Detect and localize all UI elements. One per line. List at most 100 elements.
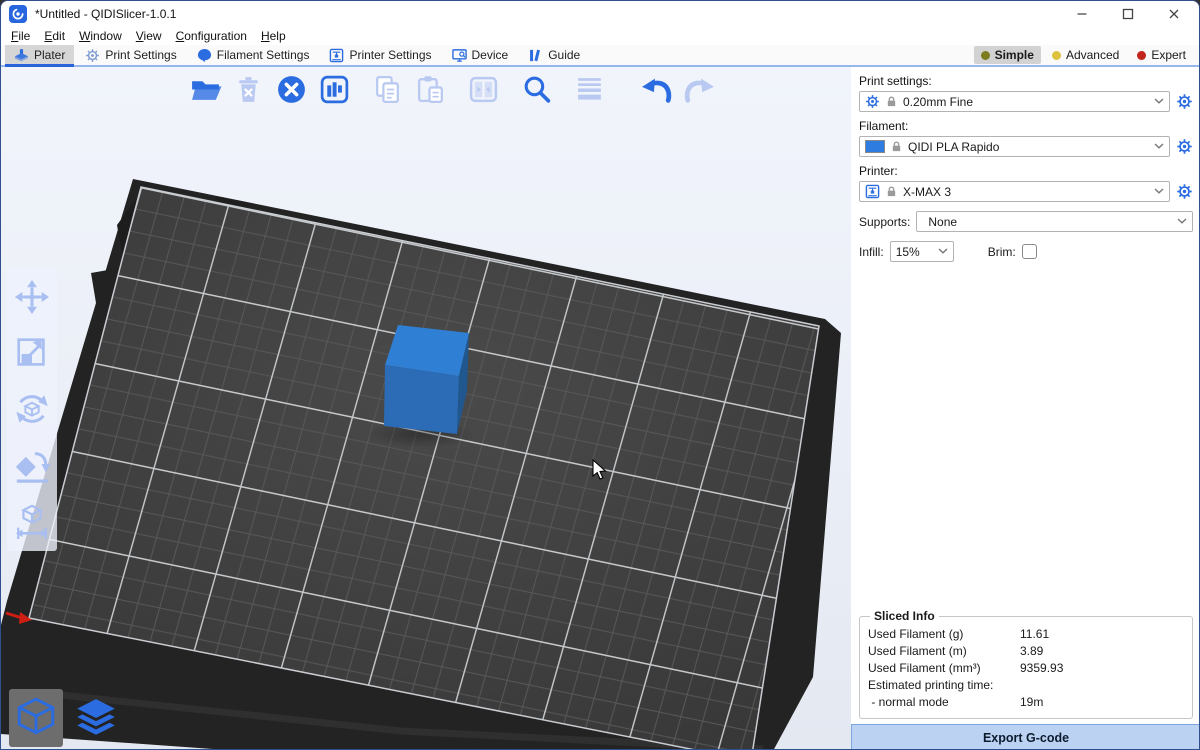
copy-button[interactable] [369,71,406,108]
export-gcode-button[interactable]: Export G-code [851,724,1200,750]
delete-all-button[interactable] [273,71,310,108]
arrange-button[interactable] [316,71,353,108]
split-objects-button[interactable] [465,71,502,108]
redo-button[interactable] [681,71,718,108]
window-controls [1059,1,1197,27]
editor-3d-view-button[interactable] [9,689,63,747]
print-settings-gear-button[interactable] [1176,93,1193,110]
viewport[interactable] [1,67,851,750]
supports-value: None [922,215,1172,229]
tab-label: Device [472,48,509,62]
brim-checkbox[interactable] [1022,244,1037,259]
menu-edit[interactable]: Edit [37,27,72,45]
filament-color-swatch [865,140,885,153]
tab-label: Plater [34,48,65,62]
filament-icon [197,48,212,63]
tab-guide[interactable]: Guide [519,45,589,65]
viewport-3d-scene[interactable] [1,67,851,750]
infill-combo[interactable]: 15% [890,241,954,262]
mode-advanced[interactable]: Advanced [1045,46,1126,64]
menu-file[interactable]: File [4,27,37,45]
simple-mode-dot-icon [981,51,990,60]
move-gizmo-button[interactable] [12,277,52,317]
layers-stack-icon [73,695,119,741]
chevron-down-icon [1177,218,1187,225]
delete-button[interactable] [230,71,267,108]
menu-configuration[interactable]: Configuration [169,27,254,45]
maximize-button[interactable] [1105,1,1151,27]
menu-help[interactable]: Help [254,27,293,45]
minimize-button[interactable] [1059,1,1105,27]
model-cube[interactable] [384,325,469,434]
trash-icon [232,73,265,106]
print-settings-combo[interactable]: 0.20mm Fine [859,91,1170,112]
chevron-down-icon [1154,188,1164,195]
printer-gear-button[interactable] [1176,183,1193,200]
lock-icon [885,185,898,198]
undo-icon [640,73,673,106]
printer-value: X-MAX 3 [903,185,1149,199]
measure-icon [13,502,51,540]
open-button[interactable] [187,71,224,108]
cube-3d-icon [13,695,59,741]
rotate-gizmo-button[interactable] [12,389,52,429]
sliced-info-row: Used Filament (m)3.89 [868,644,1184,658]
close-button[interactable] [1151,1,1197,27]
variable-layer-height-button[interactable] [571,71,608,108]
chevron-down-icon [1154,143,1164,150]
search-icon [520,73,553,106]
open-folder-icon [189,73,222,106]
mode-switcher: Simple AdvancedExpert [974,45,1199,65]
supports-label: Supports: [859,215,910,229]
scale-gizmo-button[interactable] [12,333,52,373]
tab-filament-settings[interactable]: Filament Settings [188,45,319,65]
preview-layers-view-button[interactable] [69,689,123,747]
mode-expert[interactable]: Expert [1130,46,1193,64]
undo-button[interactable] [638,71,675,108]
view-mode-buttons [9,689,123,747]
mode-simple[interactable]: Simple [974,46,1041,64]
place-on-face-gizmo-button[interactable] [12,445,52,485]
redo-icon [683,73,716,106]
lock-icon [885,95,898,108]
delete-all-icon [275,73,308,106]
tab-print-settings[interactable]: Print Settings [76,45,185,65]
tab-label: Guide [548,48,580,62]
printer-combo[interactable]: X-MAX 3 [859,181,1170,202]
advanced-mode-dot-icon [1052,51,1061,60]
measure-gizmo-button[interactable] [12,501,52,541]
menu-view[interactable]: View [129,27,169,45]
tab-bar: Plater Print SettingsFilament Settings Pri… [1,45,1199,67]
plater-icon [14,48,29,63]
split-objects-icon [467,73,500,106]
device-icon [452,48,467,63]
printer-icon [865,184,880,199]
gear-icon [865,94,880,109]
tab-label: Printer Settings [349,48,431,62]
app-logo-icon [9,5,27,23]
lock-icon [890,140,903,153]
tab-printer-settings[interactable]: Printer Settings [320,45,440,65]
place-on-face-icon [13,446,51,484]
rotate-icon [13,390,51,428]
filament-gear-button[interactable] [1176,138,1193,155]
chevron-down-icon [1154,98,1164,105]
search-button[interactable] [518,71,555,108]
filament-value: QIDI PLA Rapido [908,140,1149,154]
menu-window[interactable]: Window [72,27,129,45]
paste-button[interactable] [412,71,449,108]
supports-combo[interactable]: None [916,211,1193,232]
sliced-info-value: 9359.93 [1020,661,1063,675]
sliced-info-panel: Sliced Info Used Filament (g)11.61Used F… [859,609,1193,719]
sliced-info-value: 3.89 [1020,644,1043,658]
printer-icon [329,48,344,63]
window-title: *Untitled - QIDISlicer-1.0.1 [35,7,176,21]
tab-device[interactable]: Device [443,45,518,65]
filament-combo[interactable]: QIDI PLA Rapido [859,136,1170,157]
cube-front-face[interactable] [384,365,459,434]
sliced-info-row: Used Filament (mm³)9359.93 [868,661,1184,675]
mode-label: Simple [995,48,1034,62]
tab-plater[interactable]: Plater [5,45,74,65]
sliced-info-row: - normal mode19m [868,695,1184,709]
sliced-info-label: Used Filament (m) [868,644,1020,658]
